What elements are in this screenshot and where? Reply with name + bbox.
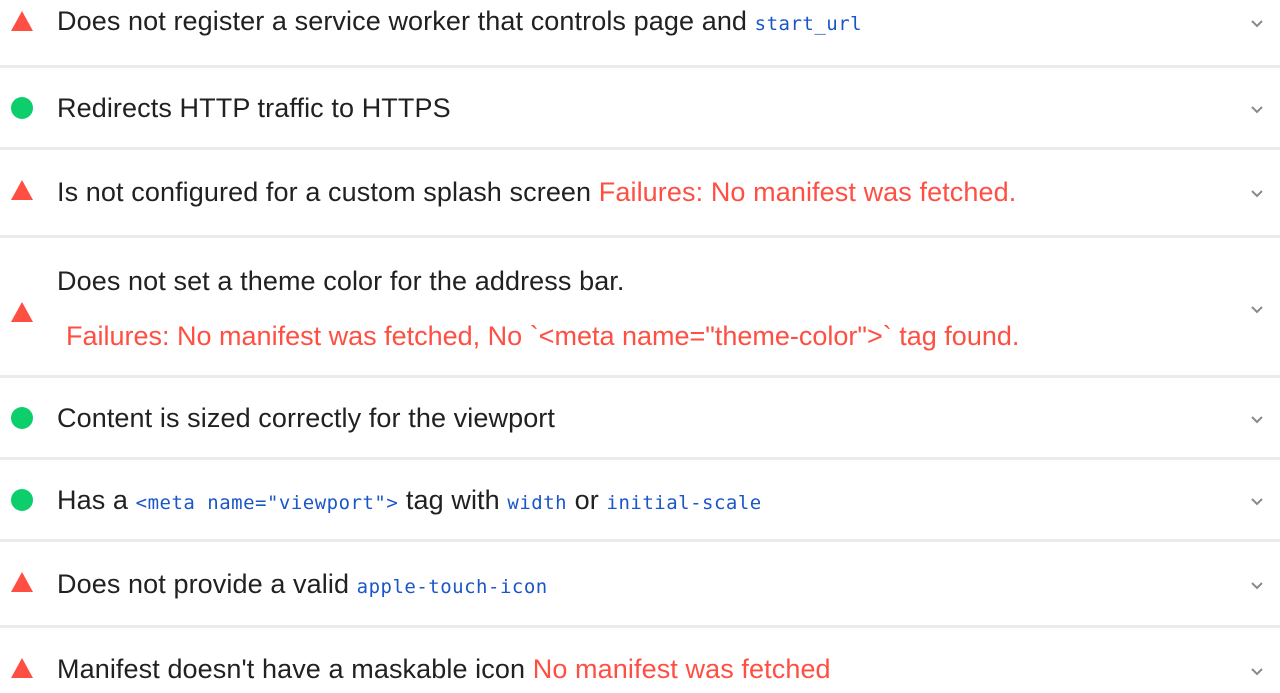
chevron-down-icon[interactable]	[1248, 576, 1266, 594]
audit-row-content-sized[interactable]: Content is sized correctly for the viewp…	[0, 378, 1280, 460]
pass-circle-icon	[10, 96, 34, 120]
chevron-down-icon[interactable]	[1248, 300, 1266, 318]
audit-list: Does not register a service worker that …	[0, 0, 1280, 693]
audit-title: Does not provide a valid apple-touch-ico…	[57, 568, 548, 603]
audit-title-text: Does not set a theme color for the addre…	[57, 266, 625, 296]
audit-code: width	[507, 492, 568, 514]
audit-title-text: Content is sized correctly for the viewp…	[57, 403, 555, 433]
audit-title: Does not register a service worker that …	[57, 5, 862, 40]
pass-circle-icon	[10, 488, 34, 512]
audit-title-text: or	[567, 485, 607, 515]
chevron-down-icon[interactable]	[1248, 662, 1266, 680]
audit-title: Content is sized correctly for the viewp…	[57, 402, 555, 434]
audit-failure-text: Failures: No manifest was fetched.	[598, 177, 1017, 207]
audit-title-text: Manifest doesn't have a maskable icon	[57, 654, 533, 684]
audit-code: initial-scale	[606, 492, 762, 514]
audit-row-theme-color[interactable]: Does not set a theme color for the addre…	[0, 238, 1280, 378]
chevron-down-icon[interactable]	[1248, 14, 1266, 32]
chevron-down-icon[interactable]	[1248, 100, 1266, 118]
warning-triangle-icon	[10, 656, 34, 680]
audit-row-meta-viewport[interactable]: Has a <meta name="viewport"> tag with wi…	[0, 460, 1280, 542]
audit-title: Does not set a theme color for the addre…	[57, 265, 625, 297]
chevron-down-icon[interactable]	[1248, 410, 1266, 428]
audit-code: start_url	[754, 13, 863, 35]
audit-title-text: Does not register a service worker that …	[57, 6, 755, 36]
audit-title: Has a <meta name="viewport"> tag with wi…	[57, 484, 762, 519]
audit-title-text: Has a	[57, 485, 136, 515]
warning-triangle-icon	[10, 570, 34, 594]
audit-title-text: Redirects HTTP traffic to HTTPS	[57, 93, 451, 123]
warning-triangle-icon	[10, 300, 34, 324]
audit-row-apple-touch-icon[interactable]: Does not provide a valid apple-touch-ico…	[0, 542, 1280, 628]
audit-code: <meta name="viewport">	[135, 492, 399, 514]
pass-circle-icon	[10, 406, 34, 430]
audit-row-redirects-https[interactable]: Redirects HTTP traffic to HTTPS	[0, 68, 1280, 150]
audit-title: Manifest doesn't have a maskable icon No…	[57, 653, 831, 685]
audit-code: apple-touch-icon	[356, 576, 548, 598]
audit-failure-text: No manifest was fetched	[532, 654, 831, 684]
chevron-down-icon[interactable]	[1248, 184, 1266, 202]
warning-triangle-icon	[10, 9, 34, 33]
audit-title-text: tag with	[398, 485, 508, 515]
audit-row-maskable-icon[interactable]: Manifest doesn't have a maskable icon No…	[0, 628, 1280, 693]
audit-failure-text: Failures: No manifest was fetched, No `<…	[66, 321, 1020, 351]
warning-triangle-icon	[10, 178, 34, 202]
audit-row-service-worker[interactable]: Does not register a service worker that …	[0, 0, 1280, 68]
chevron-down-icon[interactable]	[1248, 492, 1266, 510]
audit-row-splash-screen[interactable]: Is not configured for a custom splash sc…	[0, 150, 1280, 238]
audit-title: Redirects HTTP traffic to HTTPS	[57, 92, 451, 124]
audit-title: Is not configured for a custom splash sc…	[57, 176, 1016, 208]
audit-title-text: Does not provide a valid	[57, 569, 357, 599]
audit-title-text: Is not configured for a custom splash sc…	[57, 177, 599, 207]
